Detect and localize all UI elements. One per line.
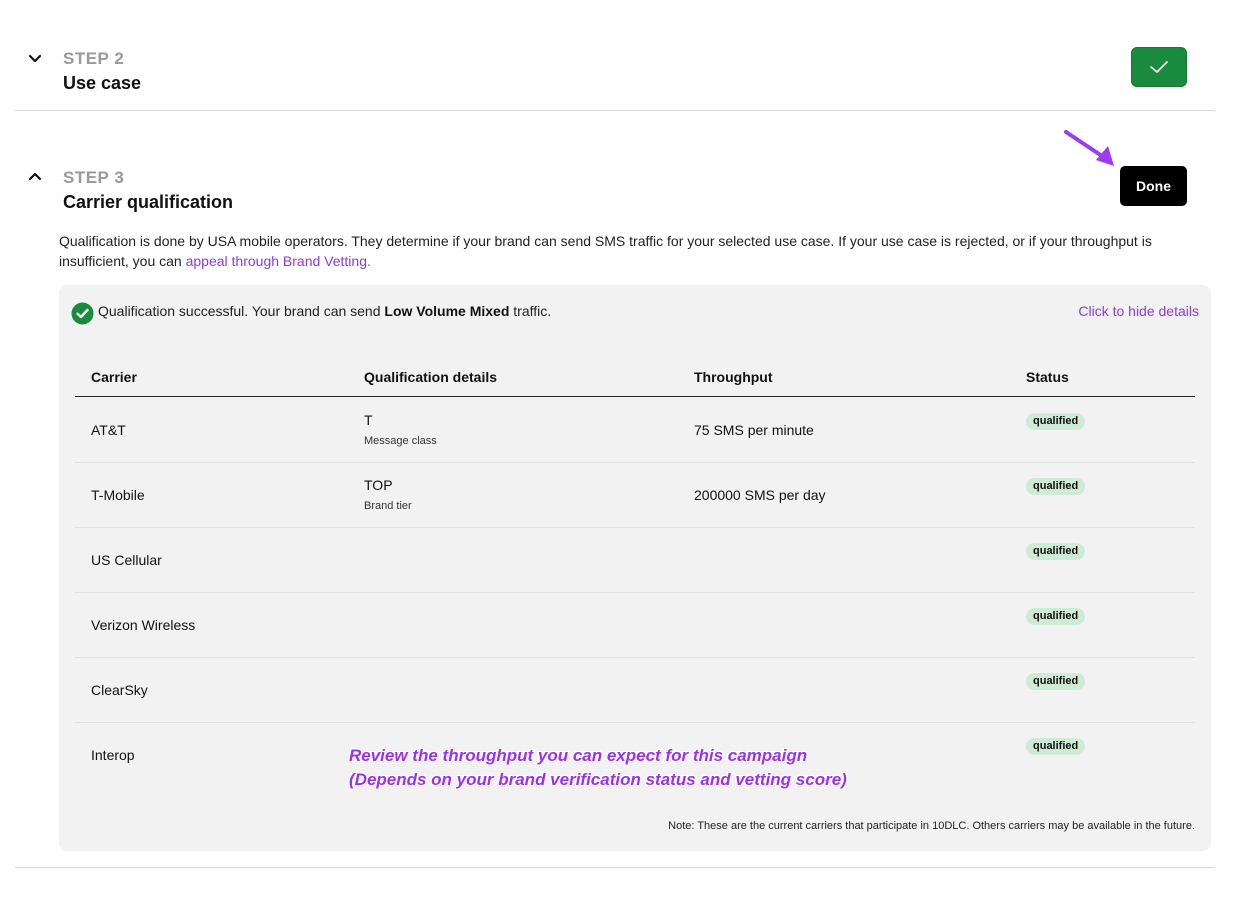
column-header-throughput: Throughput (694, 369, 773, 385)
status-badge: qualified (1026, 478, 1086, 495)
carrier-name: ClearSky (91, 682, 148, 698)
column-header-status: Status (1026, 369, 1069, 385)
chevron-down-icon[interactable] (26, 49, 44, 67)
step3-title: Carrier qualification (63, 192, 234, 212)
appeal-brand-vetting-link[interactable]: appeal through Brand Vetting. (186, 253, 371, 269)
carrier-name: Verizon Wireless (91, 617, 196, 633)
throughput-value: 200000 SMS per day (694, 487, 826, 503)
carrier-name: AT&T (91, 422, 126, 438)
table-row: US Cellular qualified (75, 528, 1195, 593)
section-divider (15, 110, 1215, 111)
arrow-icon (1064, 130, 1114, 166)
check-circle-icon (71, 302, 94, 325)
qualification-description: Qualification is done by USA mobile oper… (59, 231, 1219, 271)
step2-complete-button[interactable] (1131, 47, 1187, 87)
status-badge: qualified (1026, 543, 1086, 560)
step3-label: STEP 3 (63, 168, 125, 187)
table-row: ClearSky qualified (75, 658, 1195, 723)
check-icon (1150, 61, 1168, 73)
table-row: AT&T T Message class 75 SMS per minute q… (75, 398, 1195, 463)
status-prefix: Qualification successful. Your brand can… (98, 303, 385, 319)
status-badge: qualified (1026, 738, 1086, 755)
annotation-line-2: (Depends on your brand verification stat… (349, 770, 847, 789)
chevron-up-icon[interactable] (26, 168, 44, 186)
table-row: T-Mobile TOP Brand tier 200000 SMS per d… (75, 463, 1195, 528)
status-suffix: traffic. (509, 303, 552, 319)
carrier-name: US Cellular (91, 552, 162, 568)
column-header-qualification-details: Qualification details (364, 369, 498, 385)
qualification-detail-label: Message class (364, 435, 437, 447)
annotation-line-1: Review the throughput you can expect for… (349, 746, 808, 765)
carrier-name: T-Mobile (91, 487, 145, 503)
carriers-note: Note: These are the current carriers tha… (668, 820, 1195, 832)
status-badge: qualified (1026, 413, 1086, 430)
status-badge: qualified (1026, 673, 1086, 690)
step2-label: STEP 2 (63, 49, 125, 68)
table-row: Verizon Wireless qualified (75, 593, 1195, 658)
throughput-annotation: Review the throughput you can expect for… (349, 744, 847, 792)
table-header-divider (75, 396, 1195, 397)
status-badge: qualified (1026, 608, 1086, 625)
qualification-detail-label: Brand tier (364, 500, 412, 512)
traffic-type: Low Volume Mixed (384, 303, 510, 319)
done-button[interactable]: Done (1120, 166, 1187, 206)
hide-details-link[interactable]: Click to hide details (1078, 303, 1199, 319)
qualification-status-message: Qualification successful. Your brand can… (98, 303, 551, 319)
qualification-detail-value: T (364, 412, 373, 428)
section-divider (15, 867, 1215, 868)
carrier-name: Interop (91, 747, 135, 763)
qualification-detail-value: TOP (364, 477, 393, 493)
step2-title: Use case (63, 73, 142, 93)
column-header-carrier: Carrier (91, 369, 137, 385)
throughput-value: 75 SMS per minute (694, 422, 814, 438)
